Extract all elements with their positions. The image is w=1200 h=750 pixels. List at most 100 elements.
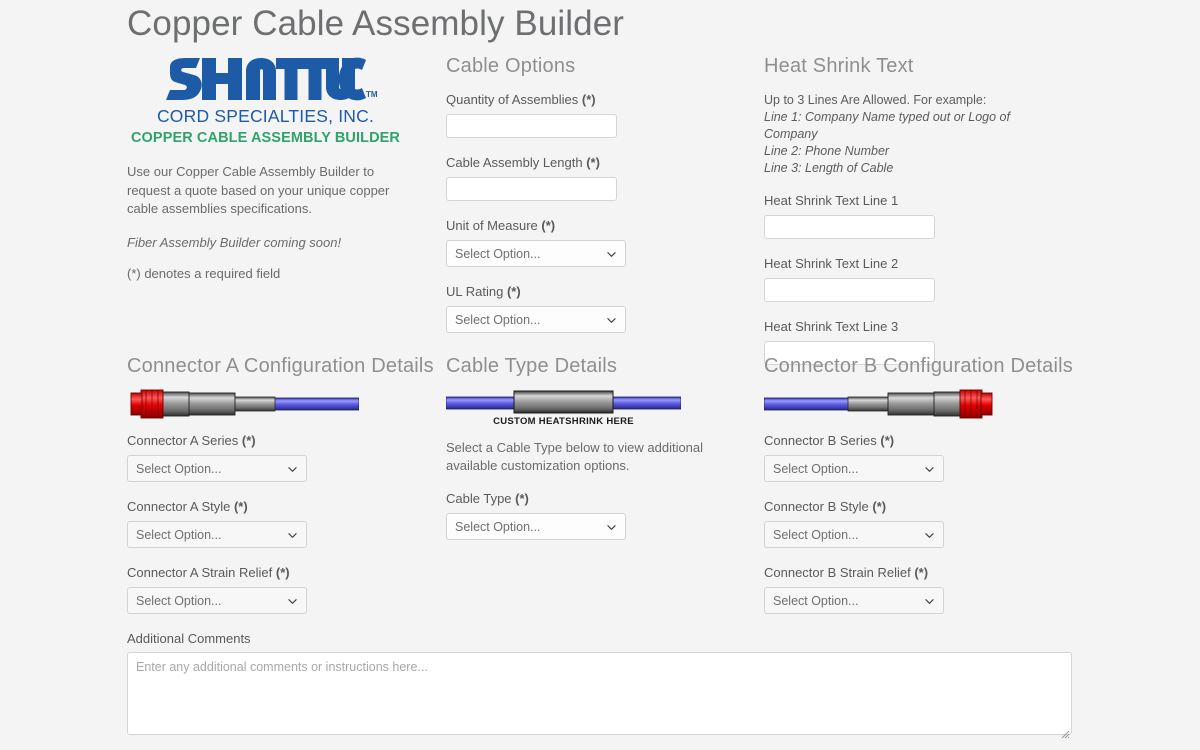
field-connector-b-series: Connector B Series (*) Select Option...: [764, 433, 1054, 482]
unit-of-measure-select[interactable]: Select Option...: [446, 240, 626, 267]
connector-b-strain-relief-required-marker: (*): [914, 565, 929, 580]
connector-b-series-label: Connector B Series (*): [764, 433, 1054, 449]
brand-intro-column: TM CORD SPECIALTIES, INC. COPPER CABLE A…: [127, 55, 427, 281]
connector-a-style-selected-value: Select Option...: [136, 528, 222, 542]
quantity-label-text: Quantity of Assemblies: [446, 92, 579, 107]
connector-b-style-label-text: Connector B Style: [764, 499, 869, 514]
quantity-of-assemblies-input[interactable]: [446, 114, 617, 138]
chevron-down-icon: [925, 531, 934, 540]
connector-a-series-selected-value: Select Option...: [136, 462, 222, 476]
intro-italic-note: Fiber Assembly Builder coming soon!: [127, 234, 342, 250]
field-unit-of-measure: Unit of Measure (*) Select Option...: [446, 218, 736, 267]
connector-b-style-required-marker: (*): [872, 499, 887, 514]
connector-b-strain-relief-label-text: Connector B Strain Relief: [764, 565, 911, 580]
field-cable-assembly-length: Cable Assembly Length (*): [446, 155, 736, 201]
ul-rating-required-marker: (*): [506, 284, 521, 299]
heat-shrink-example-block: Up to 3 Lines Are Allowed. For example: …: [764, 92, 1054, 177]
field-connector-b-strain-relief: Connector B Strain Relief (*) Select Opt…: [764, 565, 1054, 614]
heat-shrink-line-3-label: Heat Shrink Text Line 3: [764, 319, 899, 334]
connector-a-strain-relief-select[interactable]: Select Option...: [127, 587, 307, 614]
connector-b-series-required-marker: (*): [880, 433, 895, 448]
heatshrink-caption: CUSTOM HEATSHRINK HERE: [493, 416, 634, 427]
additional-comments-textarea[interactable]: [127, 652, 1072, 735]
connector-a-diagram-icon: [127, 388, 427, 421]
connector-b-series-select[interactable]: Select Option...: [764, 455, 944, 482]
field-connector-a-series: Connector A Series (*) Select Option...: [127, 433, 427, 482]
chevron-down-icon: [607, 523, 616, 532]
heat-shrink-heading: Heat Shrink Text: [764, 55, 914, 77]
ul-rating-selected-value: Select Option...: [455, 313, 541, 327]
connector-a-style-label-text: Connector A Style: [127, 499, 231, 514]
ul-rating-select[interactable]: Select Option...: [446, 306, 626, 333]
cable-type-helper-text: Select a Cable Type below to view additi…: [446, 440, 704, 473]
unit-of-measure-required-marker: (*): [541, 218, 556, 233]
unit-of-measure-label-text: Unit of Measure: [446, 218, 538, 233]
connector-b-strain-relief-selected-value: Select Option...: [773, 594, 859, 608]
intro-paragraph: Use our Copper Cable Assembly Builder to…: [127, 164, 390, 216]
cable-type-column: Cable Type Details CUSTOM HEATSHRINK HER…: [446, 355, 736, 557]
chevron-down-icon: [288, 597, 297, 606]
ul-rating-label: UL Rating (*): [446, 284, 736, 300]
trademark-symbol: TM: [365, 90, 378, 99]
chevron-down-icon: [607, 316, 616, 325]
connector-a-strain-relief-selected-value: Select Option...: [136, 594, 222, 608]
connector-b-strain-relief-label: Connector B Strain Relief (*): [764, 565, 1054, 581]
chevron-down-icon: [925, 465, 934, 474]
field-ul-rating: UL Rating (*) Select Option...: [446, 284, 736, 333]
cable-heatshrink-diagram-icon: CUSTOM HEATSHRINK HERE: [446, 388, 736, 427]
additional-comments-label: Additional Comments: [127, 631, 251, 646]
company-tagline: COPPER CABLE ASSEMBLY BUILDER: [130, 130, 401, 146]
connector-a-style-select[interactable]: Select Option...: [127, 521, 307, 548]
heat-shrink-example-line-1: Line 1: Company Name typed out or Logo o…: [764, 110, 1010, 141]
ul-rating-label-text: UL Rating: [446, 284, 504, 299]
field-connector-b-style: Connector B Style (*) Select Option...: [764, 499, 1054, 548]
field-quantity-of-assemblies: Quantity of Assemblies (*): [446, 92, 736, 138]
connector-a-series-required-marker: (*): [241, 433, 256, 448]
additional-comments-block: Additional Comments: [127, 631, 1072, 740]
heat-shrink-line-2-label: Heat Shrink Text Line 2: [764, 256, 899, 271]
field-cable-type: Cable Type (*) Select Option...: [446, 491, 736, 540]
heat-shrink-example-line-3: Line 3: Length of Cable: [764, 161, 894, 175]
quantity-label: Quantity of Assemblies (*): [446, 92, 736, 108]
chevron-down-icon: [288, 465, 297, 474]
field-connector-a-strain-relief: Connector A Strain Relief (*) Select Opt…: [127, 565, 427, 614]
heat-shrink-example-line-2: Line 2: Phone Number: [764, 144, 890, 158]
required-field-note: (*) denotes a required field: [127, 265, 281, 281]
company-logo: TM CORD SPECIALTIES, INC. COPPER CABLE A…: [127, 55, 404, 146]
cable-type-select[interactable]: Select Option...: [446, 513, 626, 540]
heat-shrink-line-1-label: Heat Shrink Text Line 1: [764, 193, 899, 208]
field-connector-a-style: Connector A Style (*) Select Option...: [127, 499, 427, 548]
cable-options-column: Cable Options Quantity of Assemblies (*)…: [446, 55, 736, 350]
connector-a-column: Connector A Configuration Details Connec…: [127, 355, 434, 631]
field-heat-shrink-line-1: Heat Shrink Text Line 1: [764, 193, 1054, 239]
connector-a-series-label-text: Connector A Series: [127, 433, 239, 448]
cable-type-selected-value: Select Option...: [455, 520, 541, 534]
connector-a-style-required-marker: (*): [233, 499, 248, 514]
connector-b-column: Connector B Configuration Details Connec…: [764, 355, 1073, 631]
unit-of-measure-label: Unit of Measure (*): [446, 218, 736, 234]
length-label-text: Cable Assembly Length: [446, 155, 583, 170]
heat-shrink-line-1-input[interactable]: [764, 215, 935, 239]
connector-b-heading: Connector B Configuration Details: [764, 355, 1073, 377]
connector-b-strain-relief-select[interactable]: Select Option...: [764, 587, 944, 614]
quantity-required-marker: (*): [581, 92, 596, 107]
cable-type-label-text: Cable Type: [446, 491, 512, 506]
connector-b-style-select[interactable]: Select Option...: [764, 521, 944, 548]
connector-a-series-label: Connector A Series (*): [127, 433, 427, 449]
company-subtitle: CORD SPECIALTIES, INC.: [156, 106, 375, 126]
connector-a-heading: Connector A Configuration Details: [127, 355, 434, 377]
connector-a-strain-relief-label-text: Connector A Strain Relief: [127, 565, 273, 580]
shattuc-wordmark-icon: TM: [165, 55, 378, 103]
heat-shrink-line-2-input[interactable]: [764, 278, 935, 302]
unit-of-measure-selected-value: Select Option...: [455, 247, 541, 261]
chevron-down-icon: [925, 597, 934, 606]
connector-a-series-select[interactable]: Select Option...: [127, 455, 307, 482]
cable-assembly-length-input[interactable]: [446, 177, 617, 201]
connector-b-style-selected-value: Select Option...: [773, 528, 859, 542]
heat-shrink-example-intro: Up to 3 Lines Are Allowed. For example:: [764, 93, 987, 107]
length-required-marker: (*): [586, 155, 600, 170]
connector-a-style-label: Connector A Style (*): [127, 499, 427, 515]
connector-b-style-label: Connector B Style (*): [764, 499, 1054, 515]
chevron-down-icon: [288, 531, 297, 540]
cable-options-heading: Cable Options: [446, 55, 576, 77]
